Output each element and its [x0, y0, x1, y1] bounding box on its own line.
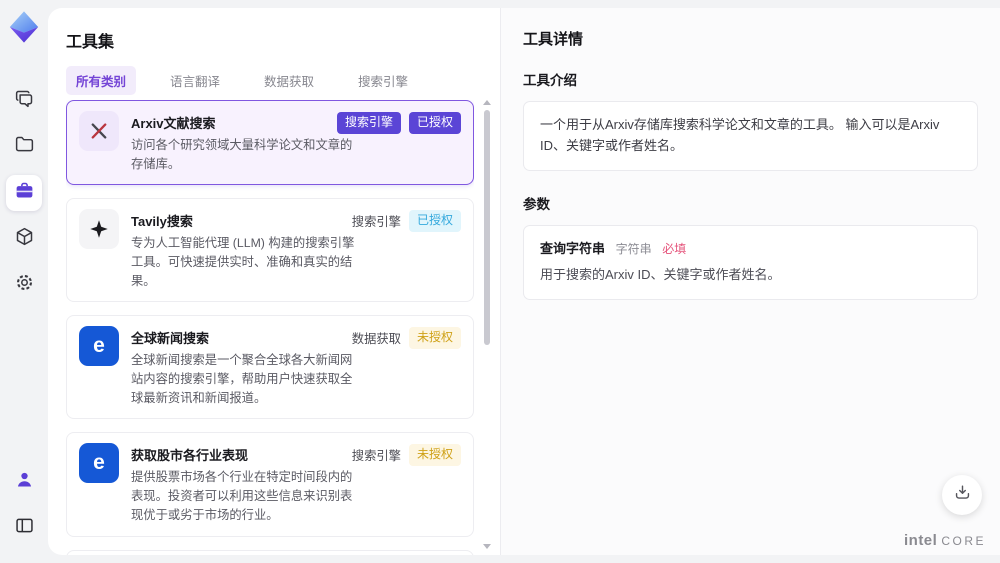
tool-detail-panel: 工具详情 工具介绍 一个用于从Arxiv存储库搜索科学论文和文章的工具。 输入可… [500, 8, 1000, 555]
chat-icon [14, 88, 35, 114]
tool-name: 全球新闻搜索 [131, 331, 210, 347]
tool-status-badge: 已授权 [408, 210, 461, 232]
tool-badges: 搜索引擎 已授权 [352, 210, 461, 232]
category-tab[interactable]: 语言翻译 [160, 66, 230, 95]
tool-name: 获取股市各行业表现 [131, 448, 249, 464]
scrollbar-down-arrow-icon[interactable] [483, 544, 491, 549]
tool-description: 访问各个研究领域大量科学论文和文章的存储库。 [131, 138, 353, 172]
sidebar-item-files[interactable] [6, 129, 42, 165]
intro-section-title: 工具介绍 [523, 73, 577, 88]
intro-text: 一个用于从Arxiv存储库搜索科学论文和文章的工具。 输入可以是Arxiv ID… [540, 117, 940, 153]
sidebar-collapse-button[interactable] [6, 510, 42, 546]
tool-card[interactable]: e 获取股市各行业表现提供股票市场各个行业在特定时间段内的表现。投资者可以利用这些… [66, 432, 474, 537]
tool-name: Arxiv文献搜索 [131, 116, 216, 131]
tool-status-badge: 未授权 [408, 444, 461, 466]
scrollbar-thumb[interactable] [484, 110, 490, 345]
parameter-card: 查询字符串 字符串 必填 用于搜索的Arxiv ID、关键字或作者姓名。 [523, 224, 978, 301]
page-title: 工具集 [66, 34, 115, 51]
tool-name: Tavily搜索 [131, 214, 193, 230]
tool-category-badge: 数据获取 [351, 332, 401, 347]
scrollbar-up-arrow-icon[interactable] [483, 100, 491, 105]
tool-badges: 搜索引擎 未授权 [352, 444, 461, 466]
sidebar-item-chat[interactable] [6, 83, 42, 119]
tool-category-badge: 搜索引擎 [336, 112, 401, 134]
collapse-panel-icon [14, 515, 35, 541]
sidebar-item-packages[interactable] [6, 221, 42, 257]
sidebar-item-settings[interactable] [6, 267, 42, 303]
app-logo-gem-icon [7, 10, 41, 44]
category-tabs: 所有类别 语言翻译 数据获取 搜索引擎 [66, 66, 482, 95]
category-tab[interactable]: 所有类别 [66, 66, 137, 95]
sidebar-item-account[interactable] [6, 464, 42, 500]
intro-card: 一个用于从Arxiv存储库搜索科学论文和文章的工具。 输入可以是Arxiv ID… [523, 101, 978, 171]
parameter-required-flag: 必填 [662, 241, 687, 256]
tool-status-badge: 已授权 [408, 112, 461, 134]
category-tab[interactable]: 搜索引擎 [348, 66, 418, 95]
e-logo-icon: e [79, 443, 119, 484]
download-icon [953, 483, 972, 507]
sparkle-icon [79, 209, 119, 250]
tool-category-badge: 搜索引擎 [351, 214, 401, 229]
parameter-name: 查询字符串 [540, 240, 606, 256]
tool-description: 全球新闻搜索是一个聚合全球各大新闻网站内容的搜索引擎，帮助用户快速获取全球最新资… [131, 353, 353, 406]
tool-list: Arxiv文献搜索 访问各个研究领域大量科学论文和文章的存储库。 搜索引擎 已授权 Ta… [66, 100, 474, 555]
tool-card[interactable]: e获取市场最活跃股票信息提供当天交易量最高的股票列表，投资者可以利用这些信息来识… [66, 549, 474, 555]
tool-description: 提供股票市场各个行业在特定时间段内的表现。投资者可以利用这些信息来识别表现优于或… [131, 470, 353, 523]
intel-core-logo: intel CORE [904, 532, 986, 549]
folder-icon [14, 134, 35, 160]
user-icon [14, 469, 35, 495]
briefcase-icon [14, 180, 35, 206]
tool-badges: 搜索引擎 已授权 [336, 112, 461, 134]
package-icon [14, 226, 35, 252]
settings-icon [14, 272, 35, 298]
params-section-title: 参数 [523, 196, 550, 212]
core-wordmark: CORE [941, 534, 986, 548]
download-button[interactable] [942, 475, 982, 515]
tool-badges: 数据获取 未授权 [352, 327, 461, 349]
tool-category-badge: 搜索引擎 [351, 449, 401, 464]
parameter-type: 字符串 [615, 241, 652, 256]
tool-status-badge: 未授权 [408, 327, 461, 349]
tool-card[interactable]: Tavily搜索专为人工智能代理 (LLM) 构建的搜索引擎工具。可快速提供实时… [66, 198, 474, 303]
detail-title: 工具详情 [523, 31, 584, 48]
scrollbar[interactable] [482, 100, 492, 549]
arxiv-logo-icon [79, 111, 119, 151]
parameter-header: 查询字符串 字符串 必填 [540, 239, 961, 260]
category-tab[interactable]: 数据获取 [254, 66, 324, 95]
sidebar-item-tools[interactable] [6, 175, 42, 211]
tool-card[interactable]: e 全球新闻搜索全球新闻搜索是一个聚合全球各大新闻网站内容的搜索引擎，帮助用户快速… [66, 315, 474, 420]
tool-card[interactable]: Arxiv文献搜索访问各个研究领域大量科学论文和文章的存储库。 搜索引擎 已授权 [66, 100, 474, 186]
tool-list-panel: 工具集 所有类别 语言翻译 数据获取 搜索引擎 Arxiv文献搜索 访问各个研究领域大量… [48, 8, 500, 555]
e-logo-icon: e [79, 326, 119, 367]
parameter-description: 用于搜索的Arxiv ID、关键字或作者姓名。 [540, 267, 781, 283]
intel-wordmark: intel [903, 532, 938, 549]
tool-description: 专为人工智能代理 (LLM) 构建的搜索引擎工具。可快速提供实时、准确和真实的结… [131, 236, 355, 289]
main-surface: 工具集 所有类别 语言翻译 数据获取 搜索引擎 Arxiv文献搜索 访问各个研究领域大量… [48, 8, 1000, 555]
icon-sidebar [0, 0, 48, 563]
